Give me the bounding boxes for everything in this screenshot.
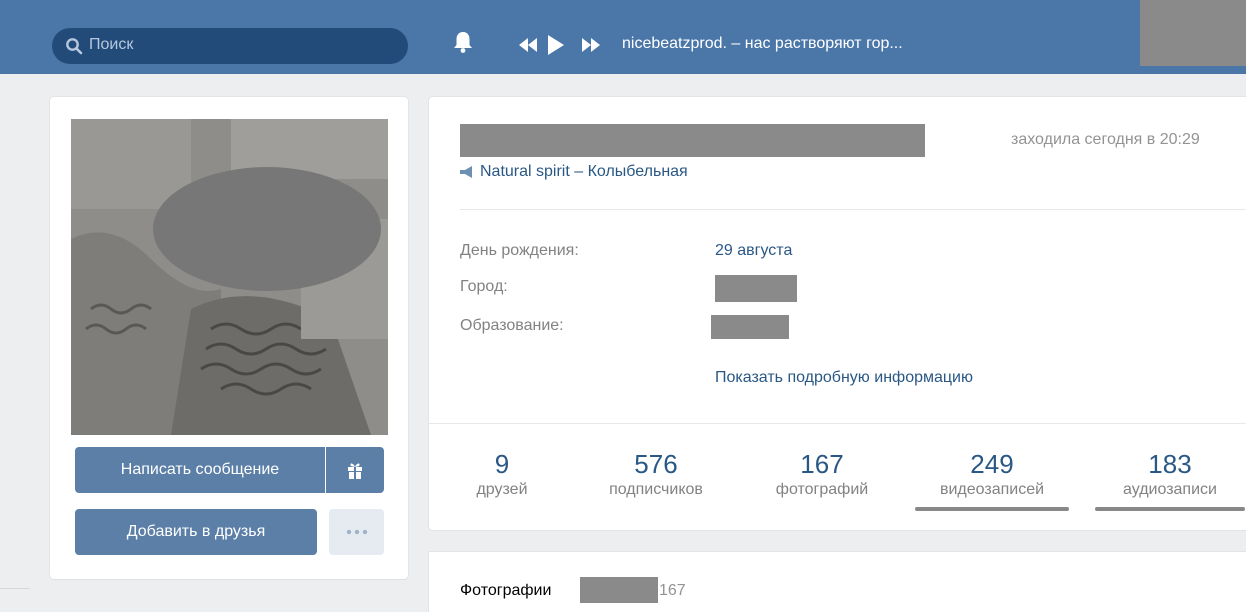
broadcast-icon: [460, 165, 472, 178]
play-icon[interactable]: [547, 35, 565, 55]
account-menu-redacted[interactable]: [1140, 0, 1246, 66]
next-track-icon[interactable]: [581, 38, 601, 52]
city-value-redacted: [715, 275, 797, 302]
show-more-info-link[interactable]: Показать подробную информацию: [715, 369, 973, 387]
counter-friends[interactable]: 9 друзей: [471, 449, 533, 499]
birthday-value[interactable]: 29 августа: [715, 242, 792, 260]
separator: [460, 209, 1246, 210]
now-playing-title[interactable]: nicebeatzprod. – нас растворяют гор...: [622, 35, 903, 53]
send-message-button[interactable]: Написать сообщение: [75, 447, 325, 493]
counter-label: фотографий: [775, 481, 869, 498]
counter-label: видеозаписей: [939, 481, 1045, 498]
profile-status[interactable]: Natural spirit – Колыбельная: [460, 163, 688, 181]
left-divider: [0, 588, 30, 589]
photos-redacted: [580, 577, 658, 603]
counter-value: 9: [494, 449, 510, 479]
profile-left-card: Написать сообщение Добавить в друзья: [50, 97, 408, 579]
education-label: Образование:: [460, 317, 564, 334]
counter-photos[interactable]: 167 фотографий: [761, 449, 883, 499]
counter-label: друзей: [476, 481, 528, 498]
profile-name-redacted: [460, 124, 925, 157]
counter-value: 183: [1148, 449, 1192, 479]
city-label: Город:: [460, 278, 508, 295]
profile-main-card: заходила сегодня в 20:29 Natural spirit …: [429, 97, 1246, 530]
send-gift-button[interactable]: [326, 447, 384, 493]
top-bar: Поиск nicebeatzprod. – нас растворяют го…: [0, 0, 1246, 74]
counter-audio[interactable]: 183 аудиозаписи: [1095, 449, 1245, 511]
counter-underline: [915, 507, 1069, 511]
status-text: Natural spirit – Колыбельная: [480, 163, 688, 180]
photos-title[interactable]: Фотографии: [460, 582, 551, 600]
gift-icon: [348, 463, 362, 479]
more-actions-button[interactable]: [329, 509, 384, 555]
counter-value: 167: [800, 449, 844, 479]
profile-avatar[interactable]: [71, 119, 388, 435]
counter-value: 249: [970, 449, 1014, 479]
counter-label: аудиозаписи: [1123, 481, 1217, 498]
separator: [429, 423, 1246, 424]
counter-value: 576: [634, 449, 678, 479]
redaction-blob: [153, 167, 381, 291]
photos-card: Фотографии 167: [429, 552, 1246, 612]
search-icon: [66, 38, 83, 55]
more-dots-icon: [346, 529, 367, 535]
counter-followers[interactable]: 576 подписчиков: [595, 449, 717, 499]
search-input[interactable]: Поиск: [52, 28, 408, 64]
bell-icon[interactable]: [452, 30, 474, 54]
counter-underline: [1095, 507, 1245, 511]
counter-videos[interactable]: 249 видеозаписей: [915, 449, 1069, 511]
search-placeholder: Поиск: [89, 36, 134, 53]
birthday-label: День рождения:: [460, 242, 579, 259]
previous-track-icon[interactable]: [518, 38, 538, 52]
photos-count: 167: [659, 582, 686, 599]
counter-label: подписчиков: [609, 481, 703, 498]
education-value-redacted: [711, 315, 789, 339]
last-seen-text: заходила сегодня в 20:29: [1011, 131, 1200, 148]
add-friend-button[interactable]: Добавить в друзья: [75, 509, 317, 555]
